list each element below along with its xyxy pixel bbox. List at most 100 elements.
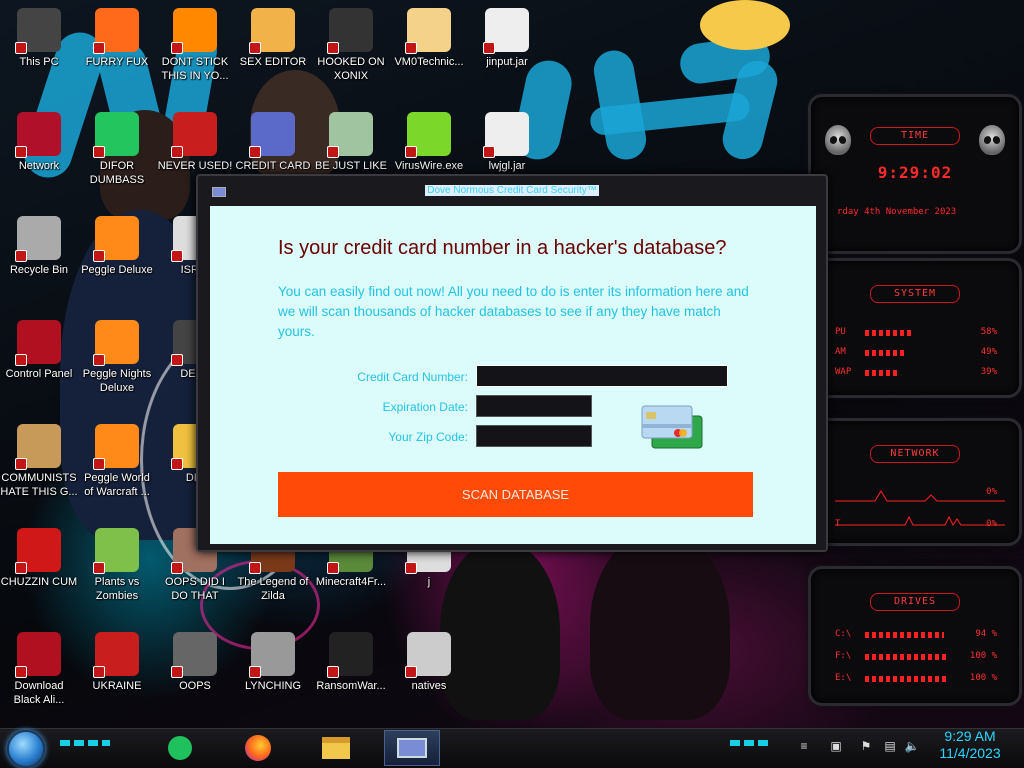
expiration-date-field[interactable]	[476, 395, 592, 417]
desktop-icon[interactable]: LYNCHING	[234, 632, 312, 693]
tray-chevron-icon[interactable]: ≡	[796, 739, 812, 753]
desktop-icon[interactable]: Peggle Deluxe	[78, 216, 156, 277]
gadget-usage-bar	[865, 330, 914, 336]
desktop-icon-label: Recycle Bin	[9, 264, 69, 276]
discord-green-icon	[93, 112, 139, 158]
gadget-row-value: 0%	[986, 487, 997, 497]
desktop-icon[interactable]: DIFOR DUMBASS	[78, 112, 156, 187]
doctor-icon	[405, 8, 451, 54]
network-gadget: NETWORK 0% T 0%	[808, 418, 1022, 546]
desktop-icon[interactable]: HOOKED ON XONIX	[312, 8, 390, 83]
desktop-icon-label: BE JUST LIKE	[315, 160, 387, 172]
desktop-icon-label: CHUZZIN CUM	[0, 576, 78, 588]
desktop-icon[interactable]: Recycle Bin	[0, 216, 78, 277]
desktop-icon-label: This PC	[19, 56, 59, 68]
gadget-row-label: T	[835, 519, 841, 529]
money-bag-icon	[15, 424, 61, 470]
monitor-icon[interactable]: ▣	[828, 739, 844, 753]
desktop-icon-label: FURRY FUX	[85, 56, 149, 68]
taskbar-clock[interactable]: 9:29 AM 11/4/2023	[930, 728, 1010, 762]
gadget-usage-bar	[865, 632, 944, 638]
file-explorer-icon	[322, 737, 350, 759]
java-icon	[483, 8, 529, 54]
desktop-icon[interactable]: Network	[0, 112, 78, 173]
volume-icon[interactable]: 🔈	[904, 739, 920, 753]
desktop-icon-label: Network	[18, 160, 60, 172]
desktop-icon[interactable]: Peggle Nights Deluxe	[78, 320, 156, 395]
desktop-icon-label: Plants vs Zombies	[94, 576, 140, 602]
desktop-icon-label: OOPS	[179, 680, 211, 692]
desktop-icon-label: LYNCHING	[244, 680, 302, 692]
desktop-icon[interactable]: lwjgl.jar	[468, 112, 546, 173]
desktop-icon[interactable]: VirusWire.exe	[390, 112, 468, 173]
gadget-row-value: 94 %	[975, 629, 997, 639]
desktop-icon[interactable]: SEX EDITOR	[234, 8, 312, 69]
desktop-icon[interactable]: Control Panel	[0, 320, 78, 381]
desktop-icon[interactable]: This PC	[0, 8, 78, 69]
desktop-icon[interactable]: DONT STICK THIS IN YO...	[156, 8, 234, 83]
network-icon[interactable]: ▤	[882, 739, 898, 753]
gadget-title-network: NETWORK	[870, 445, 960, 463]
control-panel-icon	[15, 320, 61, 366]
gadget-row-value: 39%	[980, 367, 997, 377]
scan-database-button[interactable]: SCAN DATABASE	[278, 472, 753, 517]
taskbar-credit-card-app-button[interactable]	[384, 730, 440, 766]
zip-label: Your Zip Code:	[388, 430, 468, 444]
desktop-icon[interactable]: OOPS	[156, 632, 234, 693]
peggle-nights-icon	[93, 320, 139, 366]
gadget-usage-bar	[865, 370, 898, 376]
desktop-icon-label: DIFOR DUMBASS	[89, 160, 145, 186]
taskbar-firefox-button[interactable]	[230, 730, 286, 766]
time-gadget: TIME 9:29:02 rday 4th November 2023	[808, 94, 1022, 254]
gadget-row-value: 58%	[980, 327, 997, 337]
gadget-row-value: 100 %	[969, 673, 997, 683]
zip-code-field[interactable]	[476, 425, 592, 447]
desktop-icon-label: natives	[411, 680, 447, 692]
card-number-label: Credit Card Number:	[357, 370, 468, 384]
desktop-icon-label: The Legend of Zilda	[237, 576, 309, 602]
alien-head-icon	[825, 125, 851, 155]
gadget-row-label: WAP	[835, 367, 852, 377]
desktop-icon[interactable]: VM0Technic...	[390, 8, 468, 69]
card-number-field[interactable]	[476, 365, 728, 387]
desktop-icon[interactable]: Plants vs Zombies	[78, 528, 156, 603]
gadget-title-time: TIME	[870, 127, 960, 145]
gadget-row: PU 58%	[835, 327, 997, 339]
start-button[interactable]	[7, 730, 45, 768]
taskbar-decoration	[60, 740, 110, 746]
credit-cards-icon	[640, 404, 704, 450]
desktop-icon[interactable]: FURRY FUX	[78, 8, 156, 69]
gadget-date: rday 4th November 2023	[837, 207, 957, 217]
java-icon	[483, 112, 529, 158]
firefox-icon	[93, 8, 139, 54]
window-titlebar[interactable]: Dove Normous Credit Card Security™	[198, 176, 826, 204]
devcpp-icon	[171, 112, 217, 158]
desktop-icon[interactable]: NEVER USED!	[156, 112, 234, 173]
taskbar-decoration	[730, 740, 770, 746]
desktop-icon[interactable]: Download Black Ali...	[0, 632, 78, 707]
peggle-icon	[93, 216, 139, 262]
flag-icon[interactable]: ⚑	[858, 739, 874, 753]
desktop-icon[interactable]: jinput.jar	[468, 8, 546, 69]
gadget-row: 0%	[835, 487, 997, 499]
desktop-icon[interactable]: CHUZZIN CUM	[0, 528, 78, 589]
desktop-icon-label: OOPS DID I DO THAT	[165, 576, 225, 602]
gadget-title-system: SYSTEM	[870, 285, 960, 303]
desktop-icon[interactable]: UKRAINE	[78, 632, 156, 693]
gadget-row: AM 49%	[835, 347, 997, 359]
radiation-icon	[93, 632, 139, 678]
desktop-icon-label: Peggle World of Warcraft ...	[84, 472, 150, 498]
desktop-icon-label: COMMUNISTS HATE THIS G...	[0, 472, 78, 498]
noose-icon	[249, 632, 295, 678]
desktop-icon[interactable]: natives	[390, 632, 468, 693]
desktop-icon[interactable]: Peggle World of Warcraft ...	[78, 424, 156, 499]
desktop-icon-label: VM0Technic...	[394, 56, 464, 68]
desktop-icon[interactable]: COMMUNISTS HATE THIS G...	[0, 424, 78, 499]
expiration-label: Expiration Date:	[382, 400, 468, 414]
desktop-icon[interactable]: RansomWar...	[312, 632, 390, 693]
desktop-icon[interactable]: CREDIT CARD	[234, 112, 312, 173]
taskbar-file-explorer-button[interactable]	[308, 730, 364, 766]
gadget-title-drives: DRIVES	[870, 593, 960, 611]
desktop-icon[interactable]: BE JUST LIKE	[312, 112, 390, 173]
taskbar-green-app-button[interactable]	[152, 730, 208, 766]
